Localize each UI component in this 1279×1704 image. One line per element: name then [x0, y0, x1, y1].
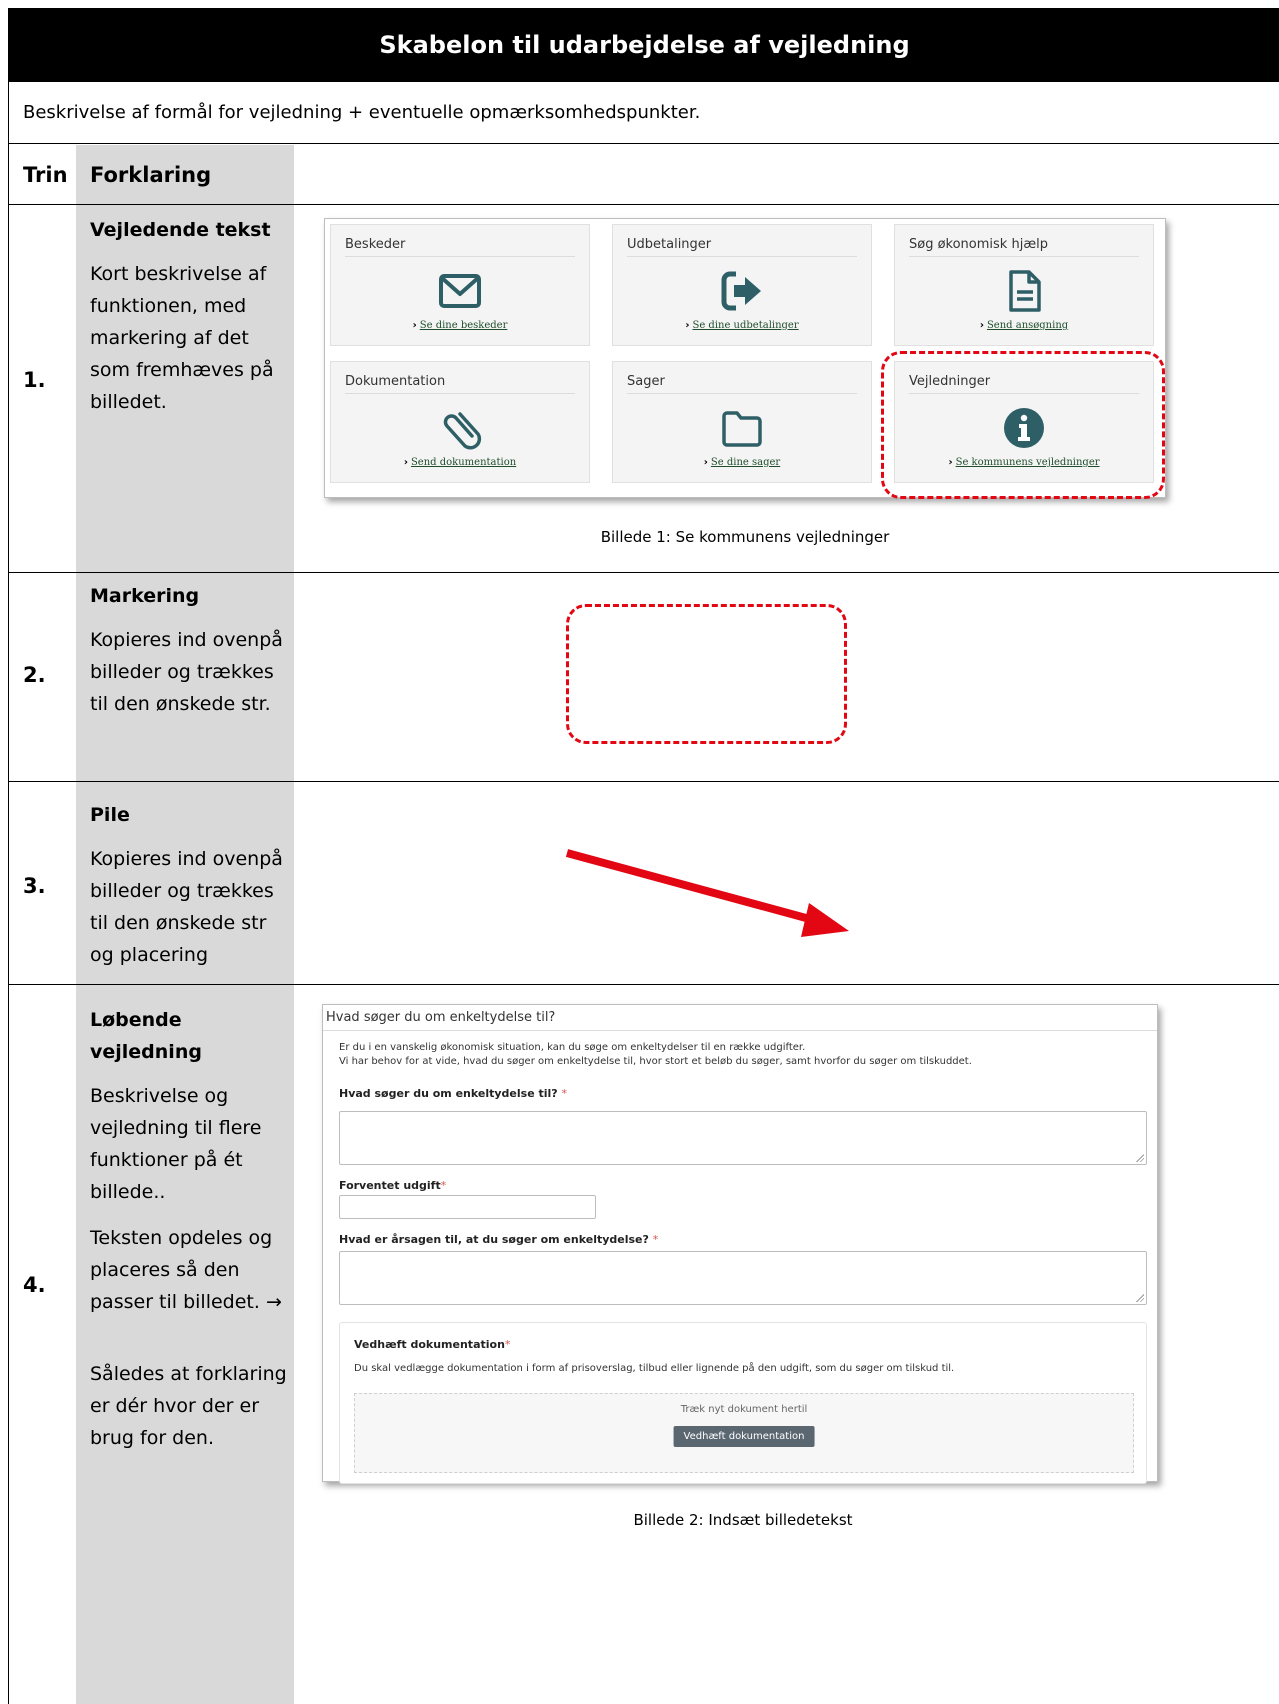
row-divider — [9, 572, 1279, 573]
expected-expense-input[interactable] — [339, 1195, 596, 1219]
step-paragraph: Således at forklaring er dér hvor der er… — [90, 1363, 287, 1449]
form-intro-line: Er du i en vanskelig økonomisk situation… — [339, 1042, 806, 1053]
file-dropzone[interactable]: Træk nyt dokument hertil Vedhæft dokumen… — [354, 1393, 1134, 1473]
marking-example[interactable] — [566, 604, 847, 744]
step-paragraph: Teksten opdeles og placeres så den passe… — [90, 1227, 282, 1313]
tile-beskeder[interactable]: Beskeder › Se dine beskeder — [330, 224, 590, 346]
form-intro: Er du i en vanskelig økonomisk situation… — [339, 1041, 972, 1069]
reason-textarea[interactable] — [339, 1251, 1147, 1305]
field-label: Hvad er årsagen til, at du søger om enke… — [339, 1233, 659, 1246]
tile-link[interactable]: › Se dine sager — [613, 457, 871, 468]
document-icon — [1009, 270, 1041, 312]
tile-link[interactable]: › Se dine beskeder — [331, 320, 589, 331]
step-number: 4. — [23, 1273, 46, 1297]
sign-out-icon — [721, 271, 761, 311]
tile-title: Sager — [627, 374, 857, 394]
header-step: Trin — [23, 163, 68, 187]
form-header: Hvad søger du om enkeltydelse til? — [323, 1005, 1157, 1031]
step-paragraph: Beskrivelse og vejledning til flere funk… — [90, 1085, 262, 1203]
header-explanation: Forklaring — [90, 163, 212, 187]
step-title: Markering — [90, 585, 200, 607]
step-explanation: Vejledende tekst Kort beskrivelse af fun… — [90, 214, 290, 432]
image-caption: Billede 2: Indsæt billedetekst — [633, 1511, 853, 1529]
step-number: 1. — [23, 368, 46, 392]
paperclip-icon — [443, 412, 482, 450]
row-divider — [9, 781, 1279, 782]
step-explanation: Pile Kopieres ind ovenpå billeder og træ… — [90, 799, 290, 985]
step-title: Vejledende tekst — [90, 219, 271, 241]
dropzone-text: Træk nyt dokument hertil — [680, 1404, 808, 1415]
step-title: Pile — [90, 804, 130, 826]
step-number: 3. — [23, 874, 46, 898]
tile-title: Dokumentation — [345, 374, 575, 394]
attachment-section: Vedhæft dokumentation* Du skal vedlægge … — [339, 1322, 1147, 1484]
document-title: Skabelon til udarbejdelse af vejledning — [9, 8, 1279, 82]
tile-soeg-hjaelp[interactable]: Søg økonomisk hjælp › Send ansøgning — [894, 224, 1154, 346]
envelope-icon — [439, 274, 481, 308]
attachment-description: Du skal vedlægge dokumentation i form af… — [354, 1363, 955, 1374]
step-paragraph: Kort beskrivelse af funktionen, med mark… — [90, 263, 274, 413]
document-description: Beskrivelse af formål for vejledning + e… — [9, 82, 1279, 144]
folder-icon — [722, 411, 762, 447]
tile-title: Udbetalinger — [627, 237, 857, 257]
field-label: Forventet udgift* — [339, 1179, 447, 1192]
screenshot-form: Hvad søger du om enkeltydelse til? Er du… — [322, 1004, 1158, 1484]
step-number: 2. — [23, 663, 46, 687]
tile-link[interactable]: › Se dine udbetalinger — [613, 320, 871, 331]
document-page: Skabelon til udarbejdelse af vejledning … — [8, 8, 1279, 1704]
tile-sager[interactable]: Sager › Se dine sager — [612, 361, 872, 483]
step-title: Løbende vejledning — [90, 1009, 202, 1063]
tile-title: Søg økonomisk hjælp — [909, 237, 1139, 257]
tile-title: Beskeder — [345, 237, 575, 257]
attach-documentation-button[interactable]: Vedhæft dokumentation — [673, 1426, 815, 1447]
form-intro-line: Vi har behov for at vide, hvad du søger … — [339, 1056, 972, 1067]
attachment-title: Vedhæft dokumentation* — [354, 1338, 511, 1351]
tile-link[interactable]: › Send ansøgning — [895, 320, 1153, 331]
tile-udbetalinger[interactable]: Udbetalinger › Se dine udbetalinger — [612, 224, 872, 346]
enkeltydelse-textarea[interactable] — [339, 1111, 1147, 1165]
tile-dokumentation[interactable]: Dokumentation › Send dokumentation — [330, 361, 590, 483]
highlight-marker — [881, 351, 1165, 499]
step-explanation: Markering Kopieres ind ovenpå billeder o… — [90, 580, 290, 734]
step-explanation: Løbende vejledning Beskrivelse og vejled… — [90, 1004, 290, 1468]
field-label: Hvad søger du om enkeltydelse til? * — [339, 1087, 568, 1100]
step-paragraph: Kopieres ind ovenpå billeder og trækkes … — [90, 629, 283, 715]
step-paragraph: Kopieres ind ovenpå billeder og trækkes … — [90, 848, 283, 966]
tile-link[interactable]: › Send dokumentation — [331, 457, 589, 468]
arrow-example-icon[interactable] — [559, 843, 859, 943]
image-caption: Billede 1: Se kommunens vejledninger — [600, 528, 890, 546]
